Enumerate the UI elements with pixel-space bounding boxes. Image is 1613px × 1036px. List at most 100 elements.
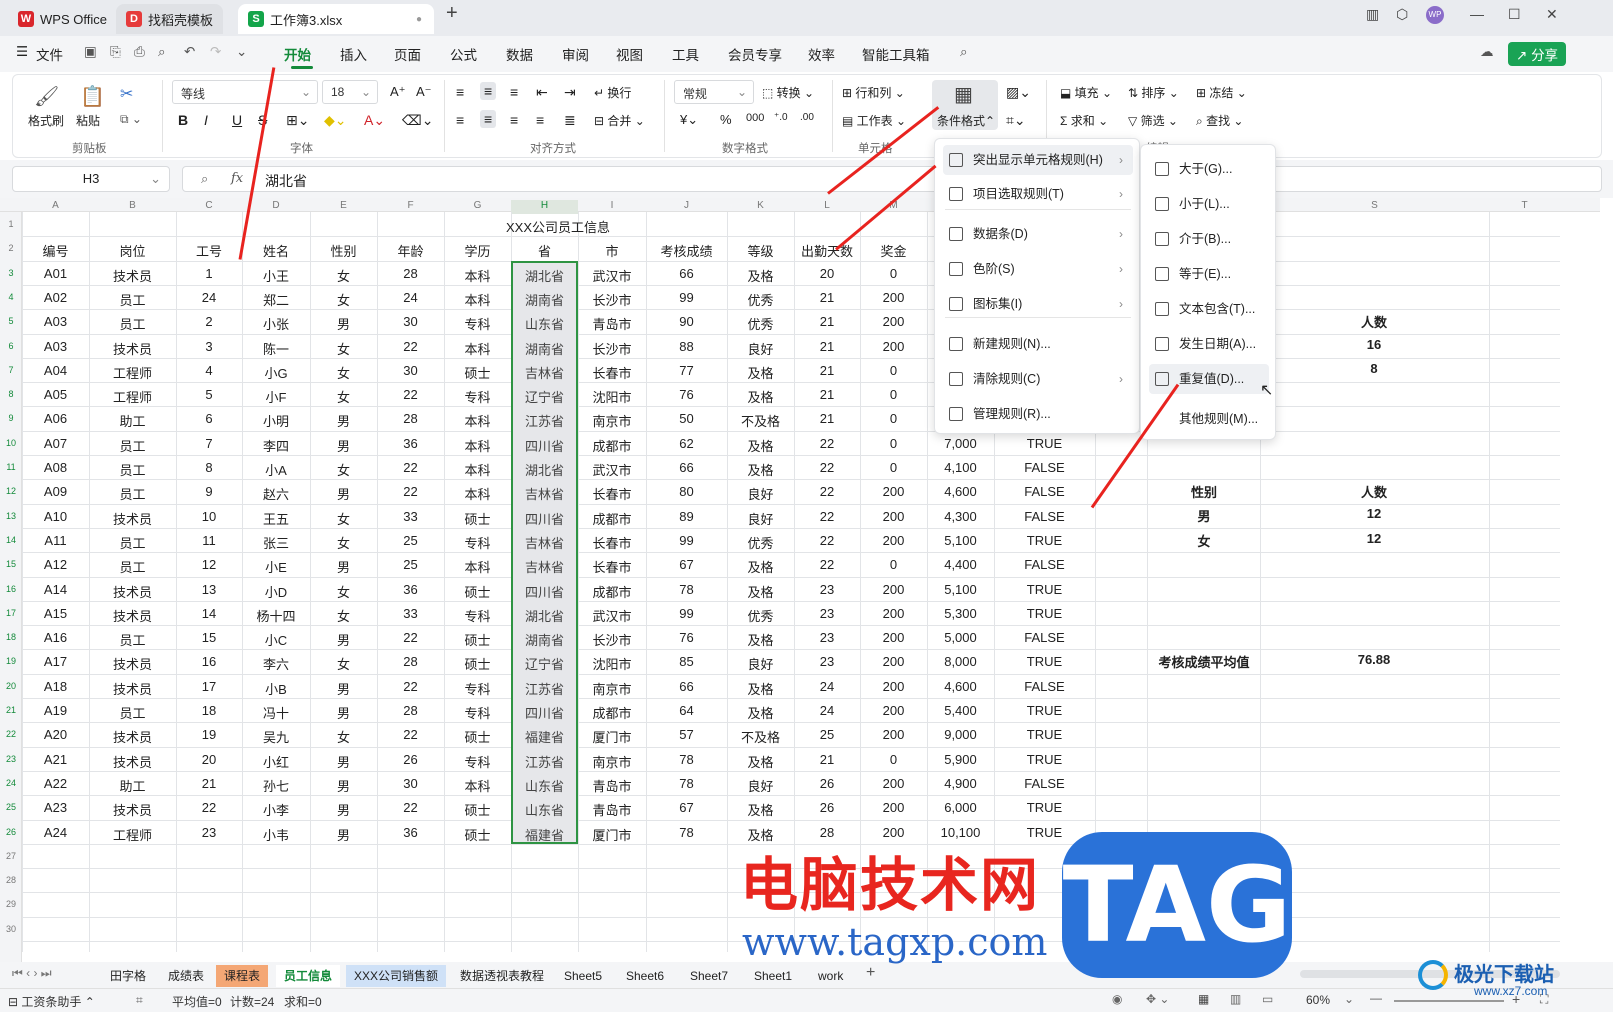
table-cell[interactable]: 9 xyxy=(176,484,242,499)
submenu-item[interactable]: 大于(G)... xyxy=(1149,154,1269,184)
table-cell[interactable]: 36 xyxy=(377,436,444,451)
table-cell[interactable]: 4,600 xyxy=(927,679,994,694)
align-left-icon[interactable]: ≡ xyxy=(456,112,464,128)
table-cell[interactable]: A03 xyxy=(22,339,89,354)
table-cell[interactable]: 36 xyxy=(377,825,444,840)
table-cell[interactable]: 本科 xyxy=(444,339,511,358)
table-cell[interactable]: 女 xyxy=(310,606,377,625)
column-header[interactable]: G xyxy=(444,200,511,214)
table-cell[interactable]: 0 xyxy=(860,266,927,281)
row-header[interactable]: 12 xyxy=(0,486,22,496)
table-cell[interactable]: 及格 xyxy=(727,800,794,819)
table-cell[interactable]: 技术员 xyxy=(89,509,176,528)
currency-icon[interactable]: ¥⌄ xyxy=(680,112,698,128)
table-cell[interactable]: 28 xyxy=(377,654,444,669)
table-cell[interactable]: 张三 xyxy=(242,533,310,552)
menu-item[interactable]: 突出显示单元格规则(H) › xyxy=(943,145,1133,175)
table-cell[interactable]: 本科 xyxy=(444,776,511,795)
menu-item[interactable]: 新建规则(N)... xyxy=(943,329,1133,359)
table-cell[interactable]: 22 xyxy=(794,436,860,451)
table-cell[interactable]: 青岛市 xyxy=(578,314,646,333)
fill-button[interactable]: ⬓ 填充 ⌄ xyxy=(1060,84,1112,101)
table-cell[interactable]: 江苏省 xyxy=(511,411,578,430)
table-cell[interactable]: 10 xyxy=(176,509,242,524)
table-cell[interactable]: 200 xyxy=(860,654,927,669)
row-header[interactable]: 30 xyxy=(0,924,22,934)
table-cell[interactable]: 技术员 xyxy=(89,679,176,698)
table-cell[interactable]: 良好 xyxy=(727,484,794,503)
normal-view-icon[interactable]: ▦ xyxy=(1198,992,1209,1006)
menu-tools[interactable]: 工具 xyxy=(672,44,699,64)
table-cell[interactable]: A24 xyxy=(22,825,89,840)
table-cell[interactable]: 优秀 xyxy=(727,606,794,625)
table-cell[interactable]: 4,400 xyxy=(927,557,994,572)
table-cell[interactable]: 南京市 xyxy=(578,752,646,771)
table-cell[interactable]: 99 xyxy=(646,290,727,305)
table-cell[interactable]: 及格 xyxy=(727,582,794,601)
table-cell[interactable]: TRUE xyxy=(994,582,1095,597)
table-cell[interactable]: 优秀 xyxy=(727,290,794,309)
table-cell[interactable]: 21 xyxy=(794,339,860,354)
table-cell[interactable]: 及格 xyxy=(727,752,794,771)
column-title[interactable]: 奖金 xyxy=(860,241,927,260)
menu-item[interactable]: 图标集(I) › xyxy=(943,289,1133,319)
table-cell[interactable]: 22 xyxy=(176,800,242,815)
table-cell[interactable]: 成都市 xyxy=(578,703,646,722)
table-cell[interactable]: 0 xyxy=(860,557,927,572)
row-header[interactable]: 4 xyxy=(0,292,22,302)
table-cell[interactable]: 长沙市 xyxy=(578,339,646,358)
paste-button[interactable]: 粘贴 xyxy=(76,112,100,129)
table-cell[interactable]: 及格 xyxy=(727,460,794,479)
table-cell[interactable]: 24 xyxy=(794,703,860,718)
menu-file[interactable]: 文件 xyxy=(36,44,63,64)
table-cell[interactable]: 女 xyxy=(310,509,377,528)
row-header[interactable]: 18 xyxy=(0,632,22,642)
table-cell[interactable]: 男 xyxy=(310,752,377,771)
table-cell[interactable]: 7 xyxy=(176,436,242,451)
table-cell[interactable]: 200 xyxy=(860,339,927,354)
table-cell[interactable]: 及格 xyxy=(727,679,794,698)
column-title[interactable]: 编号 xyxy=(22,241,89,260)
table-cell[interactable]: 技术员 xyxy=(89,800,176,819)
table-cell[interactable]: 山东省 xyxy=(511,800,578,819)
table-cell[interactable]: 硕士 xyxy=(444,654,511,673)
table-cell[interactable]: 及格 xyxy=(727,557,794,576)
row-col-button[interactable]: ⊞ 行和列 ⌄ xyxy=(842,84,905,101)
table-cell[interactable]: 小韦 xyxy=(242,825,310,844)
table-cell[interactable]: 女 xyxy=(310,460,377,479)
table-cell[interactable]: 湖北省 xyxy=(511,266,578,285)
table-cell[interactable]: 5,100 xyxy=(927,533,994,548)
table-cell[interactable]: 23 xyxy=(794,582,860,597)
table-cell[interactable]: 南京市 xyxy=(578,679,646,698)
find-button[interactable]: ⌕ 查找 ⌄ xyxy=(1196,112,1243,129)
table-cell[interactable]: 专科 xyxy=(444,314,511,333)
table-cell[interactable]: 及格 xyxy=(727,266,794,285)
avatar[interactable]: WP xyxy=(1426,6,1444,24)
table-cell[interactable]: 工程师 xyxy=(89,825,176,844)
column-header[interactable]: H xyxy=(511,200,578,214)
table-cell[interactable]: 长春市 xyxy=(578,484,646,503)
thousands-icon[interactable]: 000 xyxy=(746,112,764,124)
chevron-down-icon[interactable]: ⌄ xyxy=(1344,992,1354,1006)
table-cell[interactable]: TRUE xyxy=(994,727,1095,742)
table-cell[interactable]: 本科 xyxy=(444,290,511,309)
table-cell[interactable]: 5,300 xyxy=(927,606,994,621)
table-cell[interactable]: 89 xyxy=(646,509,727,524)
table-cell[interactable]: 小C xyxy=(242,630,310,649)
table-cell[interactable]: FALSE xyxy=(994,509,1095,524)
table-cell[interactable]: 24 xyxy=(794,679,860,694)
row-header[interactable]: 26 xyxy=(0,827,22,837)
table-cell[interactable]: 男 xyxy=(310,314,377,333)
table-cell[interactable]: 200 xyxy=(860,800,927,815)
table-cell[interactable]: 25 xyxy=(794,727,860,742)
table-cell[interactable]: 20 xyxy=(794,266,860,281)
table-cell[interactable]: 22 xyxy=(794,557,860,572)
table-cell[interactable]: 长沙市 xyxy=(578,290,646,309)
table-cell[interactable]: 吉林省 xyxy=(511,533,578,552)
table-cell[interactable]: 女 xyxy=(310,533,377,552)
menu-member[interactable]: 会员专享 xyxy=(728,44,782,64)
table-cell[interactable]: 冯十 xyxy=(242,703,310,722)
table-cell[interactable]: 员工 xyxy=(89,703,176,722)
cut-icon[interactable]: ✂ xyxy=(120,84,133,104)
table-cell[interactable]: 78 xyxy=(646,582,727,597)
